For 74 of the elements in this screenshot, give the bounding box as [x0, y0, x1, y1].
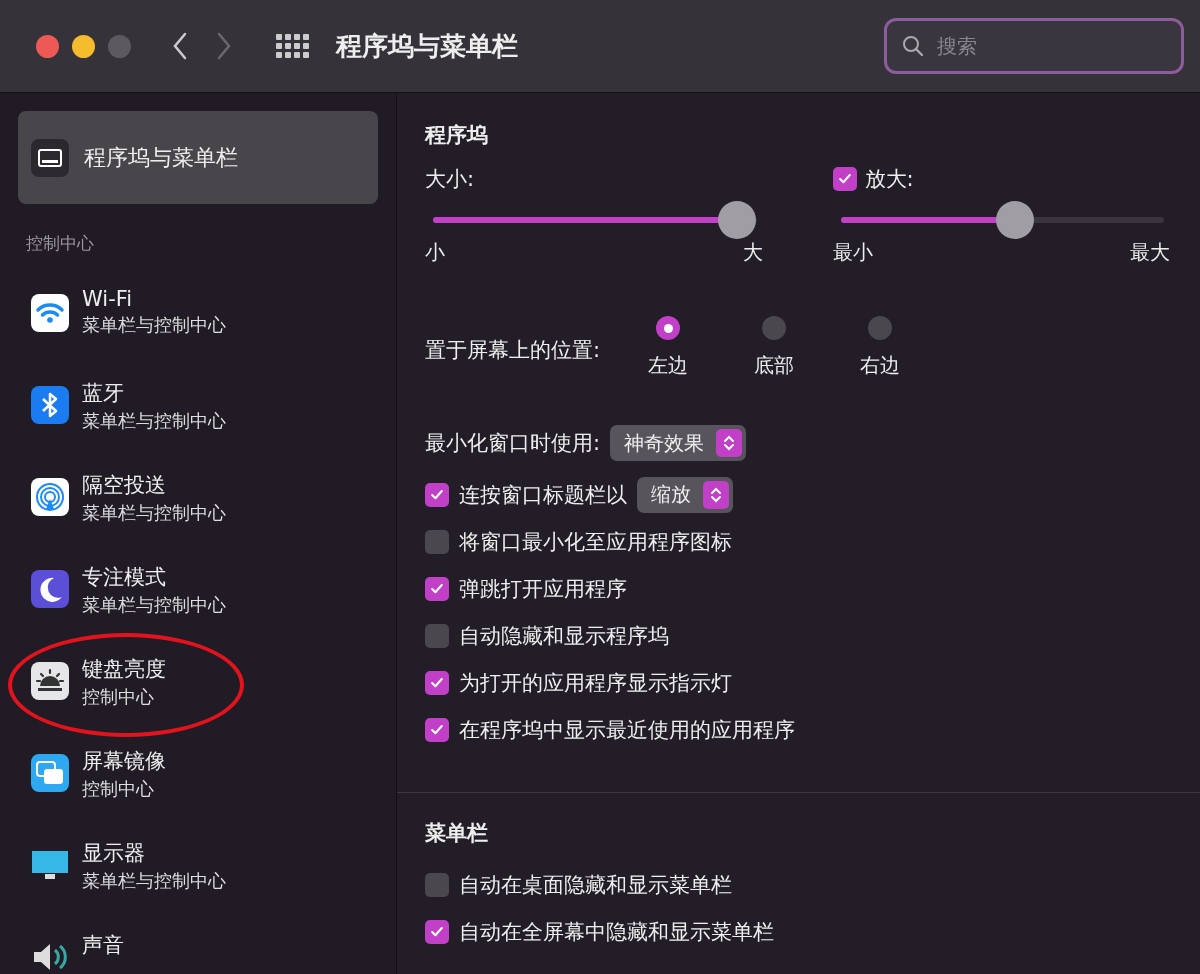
sidebar-item-subtitle: 菜单栏与控制中心 [82, 501, 226, 525]
stepper-icon [716, 429, 743, 457]
option-label: 在程序坞中显示最近使用的应用程序 [459, 716, 795, 744]
back-icon[interactable] [172, 32, 188, 60]
dropdown[interactable]: 缩放 [637, 476, 733, 513]
checkbox[interactable] [425, 872, 449, 897]
close-icon[interactable] [36, 34, 59, 58]
max-label: 最大 [1130, 239, 1170, 266]
sidebar-item-subtitle: 菜单栏与控制中心 [82, 409, 226, 433]
radio-label: 左边 [648, 352, 689, 379]
checkbox[interactable] [425, 529, 449, 554]
slider-track[interactable] [433, 201, 757, 239]
sidebar-item-title[interactable]: 声音 [82, 931, 124, 959]
checkbox[interactable] [425, 670, 449, 695]
sidebar-item-subtitle: 菜单栏与控制中心 [82, 869, 226, 893]
dock-icon [30, 137, 70, 178]
slider-label: 放大: [864, 166, 914, 193]
position-label: 置于屏幕上的位置: [425, 337, 601, 364]
option-label: 弹跳打开应用程序 [459, 575, 627, 603]
airdrop-icon [30, 477, 70, 517]
slider-thumb[interactable] [718, 201, 757, 239]
min-label: 小 [425, 239, 445, 266]
grid-icon[interactable] [276, 34, 310, 58]
option-label: 自动在全屏幕中隐藏和显示菜单栏 [459, 918, 774, 946]
slider-thumb[interactable] [996, 201, 1035, 239]
sidebar-item-subtitle: 控制中心 [82, 777, 155, 801]
sidebar-item[interactable]: 程序坞与菜单栏 [18, 111, 378, 204]
checkbox[interactable] [425, 919, 449, 944]
sidebar-item-subtitle: 控制中心 [82, 685, 155, 709]
radio-button[interactable] [868, 316, 893, 340]
checkbox[interactable] [832, 167, 857, 191]
search-icon [901, 34, 925, 58]
sidebar-item-subtitle: 菜单栏与控制中心 [82, 593, 226, 617]
option-label: 为打开的应用程序显示指示灯 [459, 669, 732, 697]
slider-label: 大小: [425, 166, 475, 193]
slider-track[interactable] [840, 201, 1164, 239]
sidebar-item-title[interactable]: 隔空投送 [82, 471, 226, 499]
sidebar-item-label: 程序坞与菜单栏 [84, 143, 238, 172]
checkbox[interactable] [425, 717, 449, 742]
radio-label: 右边 [860, 352, 901, 379]
sidebar-item-subtitle: 菜单栏与控制中心 [82, 313, 226, 337]
radio-label: 底部 [754, 352, 795, 379]
section-header: 控制中心 [26, 232, 95, 255]
option-label: 连按窗口标题栏以 [459, 481, 627, 509]
minimize-icon[interactable] [72, 34, 95, 58]
sidebar-item-title[interactable]: Wi-Fi [82, 287, 226, 311]
max-label: 大 [742, 239, 763, 266]
window-title: 程序坞与菜单栏 [336, 29, 518, 63]
bluetooth-icon [30, 385, 70, 425]
search-input[interactable]: 搜索 [935, 33, 1159, 59]
option-label: 将窗口最小化至应用程序图标 [459, 528, 732, 556]
checkbox[interactable] [425, 623, 449, 648]
radio-button[interactable] [656, 316, 681, 340]
sidebar-item-title[interactable]: 蓝牙 [82, 379, 226, 407]
checkbox[interactable] [425, 482, 449, 507]
sidebar-item-title[interactable]: 键盘亮度 [82, 655, 166, 683]
screen-mirroring-icon [30, 753, 70, 793]
keyboard-brightness-icon [30, 661, 70, 701]
wifi-icon [30, 293, 70, 333]
radio-button[interactable] [762, 316, 787, 340]
sidebar-item-title[interactable]: 屏幕镜像 [82, 747, 166, 775]
section-title: 程序坞 [425, 122, 489, 149]
stepper-icon [703, 480, 729, 509]
minimize-effect-label: 最小化窗口时使用: [425, 430, 601, 457]
dropdown[interactable]: 神奇效果 [610, 425, 747, 461]
moon-icon [30, 569, 70, 609]
search-field[interactable]: 搜索 [884, 18, 1184, 74]
sidebar-item-title[interactable]: 显示器 [82, 839, 226, 867]
option-label: 自动隐藏和显示程序坞 [459, 622, 669, 650]
option-label: 自动在桌面隐藏和显示菜单栏 [459, 871, 732, 899]
min-label: 最小 [832, 239, 873, 266]
sidebar-item-title[interactable]: 专注模式 [82, 563, 226, 591]
section-title: 菜单栏 [425, 820, 489, 847]
checkbox[interactable] [425, 576, 449, 601]
